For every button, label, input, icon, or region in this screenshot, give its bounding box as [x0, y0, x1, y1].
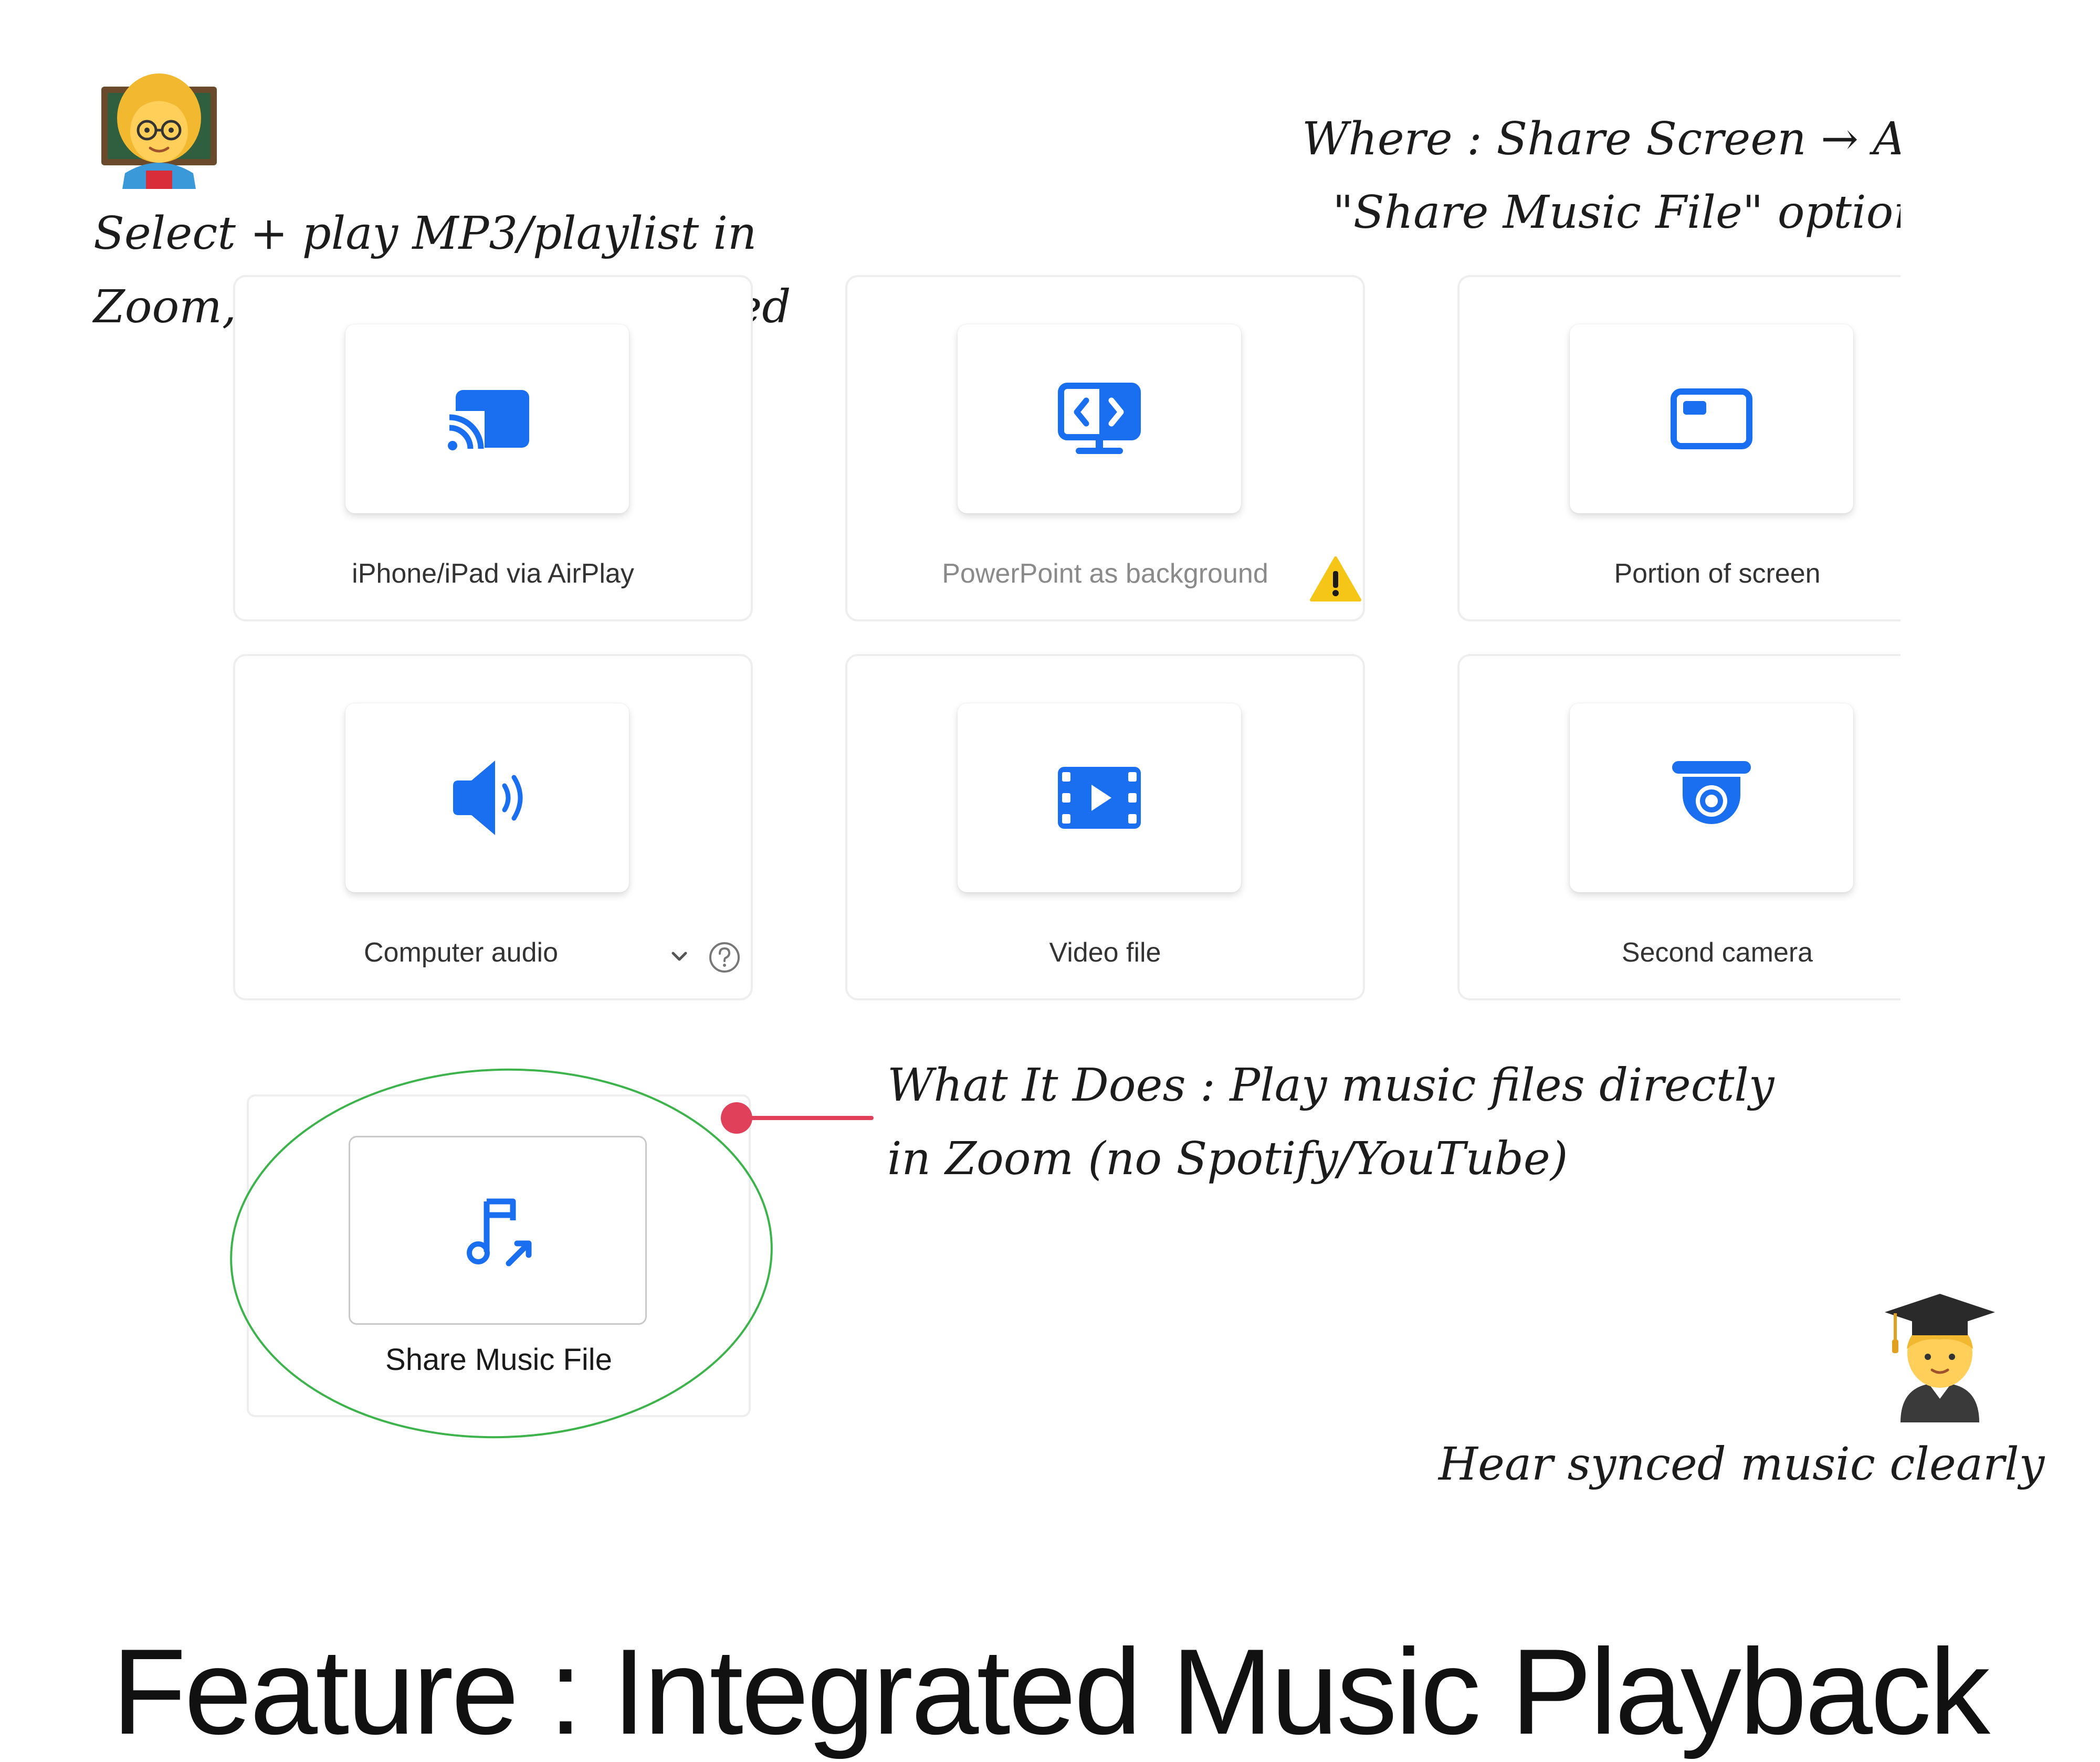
- teacher-emoji: [99, 68, 219, 189]
- airplay-cast-icon: [445, 390, 529, 453]
- warning-icon: [1310, 556, 1361, 602]
- left-annotation-line-1: Select + play MP3/playlist in: [93, 207, 757, 260]
- share-option-label: Computer audio: [364, 937, 558, 968]
- share-option-label: iPhone/iPad via AirPlay: [352, 558, 634, 589]
- where-annotation: Where : Share Screen → Add "Share Music …: [1302, 102, 1964, 249]
- share-option-label: Portion of screen: [1614, 558, 1821, 589]
- highlight-circle: [230, 1068, 773, 1439]
- share-option-label: PowerPoint as background: [942, 558, 1268, 589]
- what-annotation-line-1: What It Does : Play music files directly: [887, 1059, 1774, 1112]
- pointer-line: [721, 1102, 874, 1134]
- share-option-airplay[interactable]: iPhone/iPad via AirPlay: [233, 275, 753, 621]
- student-annotation: Hear synced music clearly: [1438, 1438, 2045, 1491]
- share-option-tile[interactable]: [958, 324, 1241, 513]
- where-annotation-line-2: "Share Music File" option: [1332, 186, 1923, 239]
- chevron-down-icon[interactable]: [669, 949, 690, 965]
- powerpoint-background-icon: [1058, 383, 1141, 454]
- share-option-label: Second camera: [1621, 937, 1813, 968]
- speaker-icon: [453, 761, 523, 835]
- page-title: Feature : Integrated Music Playback: [112, 1624, 1990, 1760]
- share-option-tile[interactable]: [1570, 703, 1853, 892]
- what-annotation-line-2: in Zoom (no Spotify/YouTube): [887, 1133, 1568, 1185]
- share-option-portion[interactable]: Portion of screen: [1457, 275, 1977, 621]
- help-icon[interactable]: [708, 941, 741, 974]
- share-option-video-file[interactable]: Video file: [845, 654, 1365, 1000]
- share-option-label: Video file: [1049, 937, 1161, 968]
- screen-portion-icon: [1671, 388, 1752, 449]
- share-option-second-camera[interactable]: Second camera: [1457, 654, 1977, 1000]
- share-option-tile[interactable]: [1570, 324, 1853, 513]
- video-film-icon: [1058, 767, 1141, 829]
- share-option-powerpoint[interactable]: PowerPoint as background: [845, 275, 1365, 621]
- camera-icon: [1672, 761, 1751, 824]
- share-option-computer-audio[interactable]: Computer audio: [233, 654, 753, 1000]
- what-annotation: What It Does : Play music files directly…: [887, 1049, 1774, 1196]
- share-option-tile[interactable]: [958, 703, 1241, 892]
- share-option-tile[interactable]: [345, 324, 629, 513]
- where-annotation-line-1: Where : Share Screen → Add: [1302, 113, 1964, 165]
- student-emoji: [1880, 1291, 2000, 1422]
- share-option-tile[interactable]: [345, 703, 629, 892]
